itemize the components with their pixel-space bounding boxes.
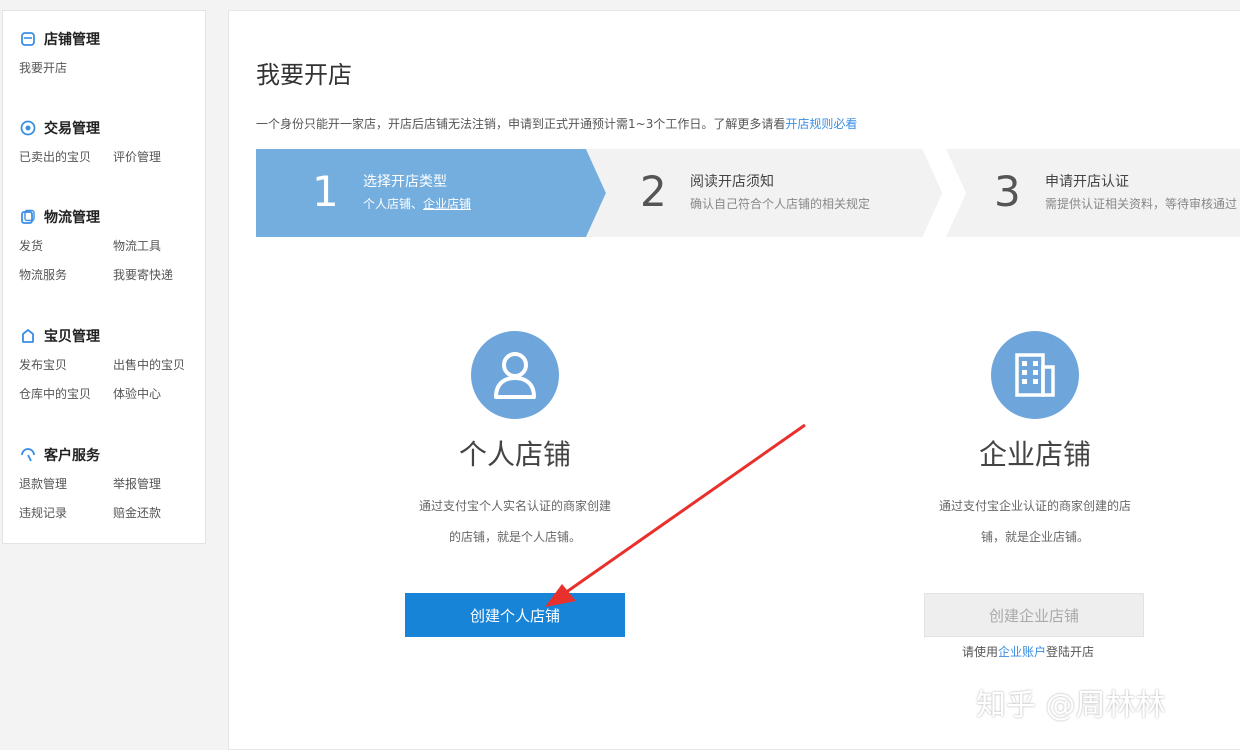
trade-icon (19, 119, 37, 137)
tip-text: 请使用 (962, 645, 999, 659)
sidebar-group-logistics: 物流管理 发货 物流工具 物流服务 我要寄快递 (19, 207, 199, 285)
step-2: 2 阅读开店须知 确认自己符合个人店铺的相关规定 (586, 149, 958, 237)
sidebar-link-publish[interactable]: 发布宝贝 (19, 356, 113, 375)
sidebar-link-refunds[interactable]: 退款管理 (19, 475, 113, 494)
sidebar-link-ship[interactable]: 发货 (19, 237, 113, 256)
sidebar-link-warehouse[interactable]: 仓库中的宝贝 (19, 385, 113, 404)
building-icon (991, 331, 1079, 419)
personal-desc-line: 的店铺，就是个人店铺。 (448, 530, 581, 544)
step-title: 申请开店认证 (1045, 174, 1129, 190)
sidebar-link-logistics-tools[interactable]: 物流工具 (113, 237, 199, 256)
step-sub-personal: 个人店铺、 (363, 197, 424, 211)
service-icon (19, 446, 37, 464)
step-title: 阅读开店须知 (690, 174, 774, 190)
main-panel: 我要开店 一个身份只能开一家店，开店后店铺无法注销，申请到正式开通预计需1~3个… (228, 10, 1240, 750)
step-1-background (256, 149, 606, 237)
goods-icon (19, 327, 37, 345)
personal-store-desc: 通过支付宝个人实名认证的商家创建 的店铺，就是个人店铺。 (365, 491, 665, 553)
sidebar-group-title: 宝贝管理 (44, 329, 100, 345)
step-3: 3 申请开店认证 需提供认证相关资料，等待审核通过 (946, 149, 1240, 237)
tip-text: 登陆开店 (1046, 645, 1095, 659)
step-sub-enterprise[interactable]: 企业店铺 (423, 197, 471, 211)
enterprise-desc-line: 铺，就是企业店铺。 (980, 530, 1089, 544)
step-subtitle: 个人店铺、企业店铺 (363, 195, 471, 212)
store-icon (19, 30, 37, 48)
sidebar-link-sold-items[interactable]: 已卖出的宝贝 (19, 148, 113, 167)
sidebar-link-reports[interactable]: 举报管理 (113, 475, 199, 494)
sidebar-link-on-sale[interactable]: 出售中的宝贝 (113, 356, 199, 375)
enterprise-account-link[interactable]: 企业账户 (998, 645, 1046, 659)
steps-bar: 1 选择开店类型 个人店铺、企业店铺 2 阅读开店须知 确认自己符合个人店铺的相… (256, 149, 1240, 237)
sidebar-group-title: 交易管理 (44, 121, 100, 137)
rules-link[interactable]: 开店规则必看 (785, 117, 857, 131)
personal-desc-line: 通过支付宝个人实名认证的商家创建 (418, 499, 611, 513)
enterprise-store-title: 企业店铺 (978, 438, 1091, 471)
step-number: 1 (312, 167, 339, 216)
sidebar-link-experience[interactable]: 体验中心 (113, 385, 199, 404)
personal-store-title: 个人店铺 (458, 438, 571, 471)
create-personal-store-button[interactable]: 创建个人店铺 (405, 593, 625, 637)
logistics-icon (19, 208, 37, 226)
sidebar-group-title: 客户服务 (44, 448, 100, 464)
notice-body: 一个身份只能开一家店，开店后店铺无法注销，申请到正式开通预计需1~3个工作日。了… (256, 117, 786, 131)
step-subtitle: 确认自己符合个人店铺的相关规定 (690, 197, 871, 211)
step-subtitle: 需提供认证相关资料，等待审核通过 (1045, 197, 1238, 211)
watermark: 知乎 @周林林 (976, 688, 1166, 723)
sidebar-link-compensation[interactable]: 赔金还款 (113, 504, 199, 523)
personal-store-card: 个人店铺 通过支付宝个人实名认证的商家创建 的店铺，就是个人店铺。 (365, 331, 665, 553)
step-number: 3 (994, 167, 1021, 216)
sidebar: 店铺管理 我要开店 交易管理 已卖出的宝贝 评价管理 物流管理 发货 物流工具 … (2, 10, 206, 544)
enterprise-login-tip: 请使用企业账户登陆开店 (962, 643, 1094, 660)
sidebar-group-trade: 交易管理 已卖出的宝贝 评价管理 (19, 118, 199, 167)
person-icon (471, 331, 559, 419)
step-number: 2 (640, 167, 667, 216)
sidebar-group-service: 客户服务 退款管理 举报管理 违规记录 赔金还款 (19, 445, 199, 523)
sidebar-link-reviews[interactable]: 评价管理 (113, 148, 199, 167)
sidebar-link-logistics-service[interactable]: 物流服务 (19, 266, 113, 285)
step-3-background (946, 149, 1240, 237)
create-enterprise-store-button[interactable]: 创建企业店铺 (924, 593, 1144, 637)
notice-text: 一个身份只能开一家店，开店后店铺无法注销，申请到正式开通预计需1~3个工作日。了… (256, 115, 857, 132)
sidebar-link-send-express[interactable]: 我要寄快递 (113, 266, 199, 285)
sidebar-link-violations[interactable]: 违规记录 (19, 504, 113, 523)
step-1: 1 选择开店类型 个人店铺、企业店铺 (256, 149, 608, 237)
step-title: 选择开店类型 (363, 174, 447, 190)
sidebar-group-store: 店铺管理 我要开店 (19, 29, 199, 78)
sidebar-group-title: 物流管理 (44, 210, 100, 226)
sidebar-link-open-store[interactable]: 我要开店 (19, 59, 113, 78)
sidebar-group-goods: 宝贝管理 发布宝贝 出售中的宝贝 仓库中的宝贝 体验中心 (19, 326, 199, 404)
page-title: 我要开店 (256, 61, 352, 89)
enterprise-desc-line: 通过支付宝企业认证的商家创建的店 (938, 499, 1131, 513)
enterprise-store-card: 企业店铺 通过支付宝企业认证的商家创建的店 铺，就是企业店铺。 (885, 331, 1185, 553)
enterprise-store-desc: 通过支付宝企业认证的商家创建的店 铺，就是企业店铺。 (885, 491, 1185, 553)
sidebar-group-title: 店铺管理 (44, 32, 100, 48)
